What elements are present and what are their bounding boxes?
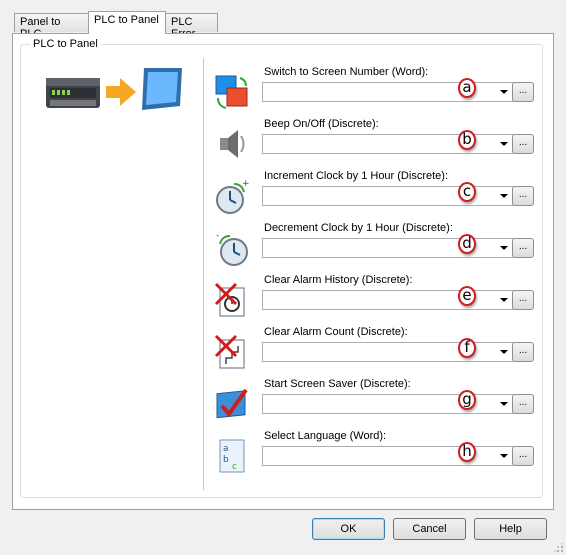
clock-decrement-icon: -: [216, 231, 248, 266]
svg-text:+: +: [242, 179, 250, 189]
callout-badge: h: [458, 442, 476, 462]
callout-badge: a: [458, 78, 476, 98]
resize-grip-icon[interactable]: [554, 543, 564, 553]
callout-badge: d: [458, 234, 476, 254]
svg-text:b: b: [223, 455, 229, 465]
row-label: Clear Alarm History (Discrete):: [264, 274, 413, 286]
clear-alarm-history-combobox[interactable]: [262, 290, 514, 310]
switch-screen-combobox[interactable]: [262, 82, 514, 102]
plc-icon: [46, 78, 100, 108]
arrow-right-icon: [106, 78, 136, 106]
row-clear-alarm-history: Clear Alarm History (Discrete): e ...: [208, 274, 538, 328]
speaker-icon: [220, 130, 245, 158]
tab-plc-error[interactable]: PLC Error: [165, 13, 218, 40]
browse-button[interactable]: ...: [512, 446, 534, 466]
language-icon: a b c: [219, 439, 245, 473]
group-label: PLC to Panel: [30, 38, 101, 50]
browse-button[interactable]: ...: [512, 82, 534, 102]
screen-saver-icon: [216, 388, 248, 419]
vertical-divider: [203, 58, 204, 490]
svg-text:c: c: [232, 462, 237, 472]
callout-badge: c: [458, 182, 476, 202]
callout-badge: b: [458, 130, 476, 150]
row-label: Beep On/Off (Discrete):: [264, 118, 379, 130]
beep-combobox[interactable]: [262, 134, 514, 154]
browse-button[interactable]: ...: [512, 342, 534, 362]
browse-button[interactable]: ...: [512, 134, 534, 154]
clock-increment-icon: +: [216, 179, 250, 214]
dropdown-arrow-icon[interactable]: [500, 454, 508, 458]
tab-panel-to-plc[interactable]: Panel to PLC: [14, 13, 89, 40]
row-increment-clock: + Increment Clock by 1 Hour (Discrete): …: [208, 170, 538, 224]
clear-alarm-count-icon: [214, 334, 245, 369]
callout-badge: f: [458, 338, 476, 358]
increment-clock-combobox[interactable]: [262, 186, 514, 206]
dropdown-arrow-icon[interactable]: [500, 142, 508, 146]
row-label: Increment Clock by 1 Hour (Discrete):: [264, 170, 448, 182]
cancel-button[interactable]: Cancel: [393, 518, 466, 540]
dropdown-arrow-icon[interactable]: [500, 402, 508, 406]
dropdown-arrow-icon[interactable]: [500, 298, 508, 302]
dropdown-arrow-icon[interactable]: [500, 90, 508, 94]
row-switch-screen: Switch to Screen Number (Word): a ...: [208, 66, 538, 120]
switch-screen-icon: [215, 75, 248, 109]
callout-badge: g: [458, 390, 476, 410]
dropdown-arrow-icon[interactable]: [500, 194, 508, 198]
row-select-language: a b c Select Language (Word): h ...: [208, 430, 538, 484]
browse-button[interactable]: ...: [512, 290, 534, 310]
ok-button[interactable]: OK: [312, 518, 385, 540]
callout-badge: e: [458, 286, 476, 306]
browse-button[interactable]: ...: [512, 238, 534, 258]
clear-alarm-count-combobox[interactable]: [262, 342, 514, 362]
row-label: Start Screen Saver (Discrete):: [264, 378, 411, 390]
browse-button[interactable]: ...: [512, 186, 534, 206]
monitor-icon: [142, 68, 182, 110]
svg-text:-: -: [216, 231, 219, 241]
plc-to-panel-illustration: [46, 68, 182, 110]
row-decrement-clock: - Decrement Clock by 1 Hour (Discrete): …: [208, 222, 538, 276]
dropdown-arrow-icon[interactable]: [500, 246, 508, 250]
start-screen-saver-combobox[interactable]: [262, 394, 514, 414]
help-button[interactable]: Help: [474, 518, 547, 540]
clear-alarm-history-icon: [214, 282, 245, 317]
tab-plc-to-panel[interactable]: PLC to Panel: [88, 11, 166, 34]
row-label: Clear Alarm Count (Discrete):: [264, 326, 408, 338]
svg-text:a: a: [223, 444, 229, 454]
dropdown-arrow-icon[interactable]: [500, 350, 508, 354]
browse-button[interactable]: ...: [512, 394, 534, 414]
row-start-screen-saver: Start Screen Saver (Discrete): g ...: [208, 378, 538, 432]
row-label: Select Language (Word):: [264, 430, 387, 442]
decrement-clock-combobox[interactable]: [262, 238, 514, 258]
row-label: Decrement Clock by 1 Hour (Discrete):: [264, 222, 453, 234]
row-beep: Beep On/Off (Discrete): b ...: [208, 118, 538, 172]
row-clear-alarm-count: Clear Alarm Count (Discrete): f ...: [208, 326, 538, 380]
row-label: Switch to Screen Number (Word):: [264, 66, 429, 78]
select-language-combobox[interactable]: [262, 446, 514, 466]
